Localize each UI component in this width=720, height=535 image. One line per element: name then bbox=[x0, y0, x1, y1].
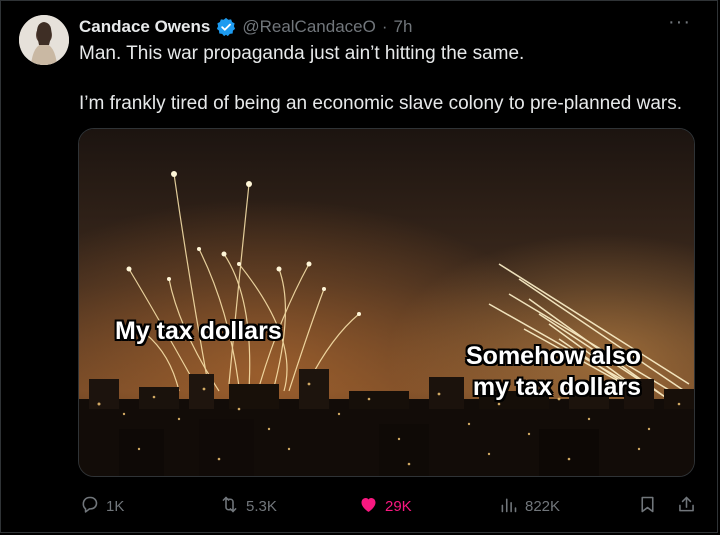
share-icon bbox=[676, 494, 697, 519]
avatar[interactable] bbox=[19, 15, 69, 65]
meme-caption-right-line1: Somehow also bbox=[466, 342, 642, 370]
meme-caption-right: Somehow also my tax dollars bbox=[466, 341, 641, 403]
heart-icon bbox=[358, 494, 379, 519]
like-button[interactable]: 29K bbox=[358, 491, 412, 521]
post-container[interactable]: Candace Owens @RealCandaceO · 7h ··· Man… bbox=[0, 0, 718, 533]
separator-dot: · bbox=[381, 17, 388, 36]
repost-count: 5.3K bbox=[246, 497, 277, 515]
post-text-line-2: I’m frankly tired of being an economic s… bbox=[79, 93, 683, 114]
share-button[interactable] bbox=[676, 491, 697, 521]
reply-icon bbox=[79, 494, 100, 519]
post-time[interactable]: 7h bbox=[394, 17, 413, 37]
bookmark-button[interactable] bbox=[637, 491, 658, 521]
repost-button[interactable]: 5.3K bbox=[219, 491, 277, 521]
author-name[interactable]: Candace Owens bbox=[79, 17, 210, 37]
repost-icon bbox=[219, 494, 240, 519]
more-options-icon[interactable]: ··· bbox=[668, 12, 691, 32]
verified-badge-icon bbox=[216, 17, 236, 37]
action-bar: 1K 5.3K 29K 822K bbox=[1, 491, 720, 523]
meme-caption-right-line2: my tax dollars bbox=[472, 373, 642, 401]
meme-photo bbox=[79, 129, 694, 476]
author-handle[interactable]: @RealCandaceO bbox=[242, 17, 376, 37]
bookmark-icon bbox=[637, 494, 658, 519]
meme-caption-left: My tax dollars bbox=[115, 317, 282, 345]
reply-button[interactable]: 1K bbox=[79, 491, 124, 521]
post-media-image[interactable]: My tax dollars Somehow also my tax dolla… bbox=[78, 128, 695, 477]
views-icon bbox=[498, 494, 519, 519]
reply-count: 1K bbox=[106, 497, 125, 515]
views-count: 822K bbox=[525, 497, 561, 515]
views-button[interactable]: 822K bbox=[498, 491, 560, 521]
post-text-line-1: Man. This war propaganda just ain’t hitt… bbox=[79, 43, 525, 64]
like-count: 29K bbox=[385, 497, 412, 515]
post-header: Candace Owens @RealCandaceO · 7h bbox=[79, 15, 412, 39]
